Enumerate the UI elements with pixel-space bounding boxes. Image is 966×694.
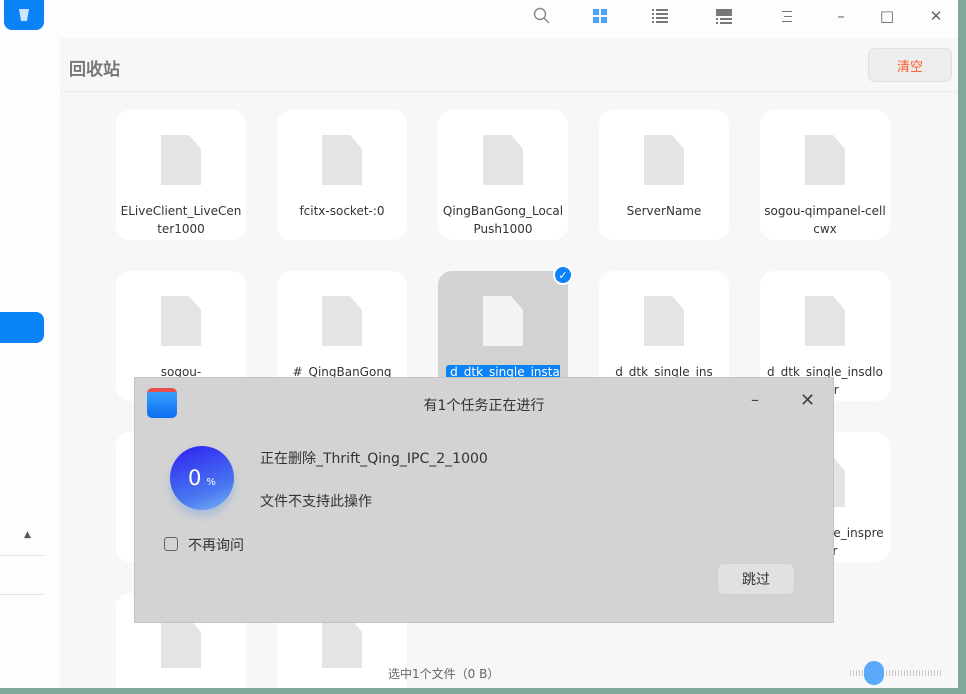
file-icon <box>644 135 684 185</box>
file-name-text: QingBanGong_LocalPush1000 <box>442 204 564 236</box>
progress-value: 0 <box>188 466 202 490</box>
dialog-close-button[interactable]: ✕ <box>800 390 815 411</box>
sidebar-item-trash[interactable] <box>0 312 44 343</box>
maximize-button[interactable]: □ <box>873 5 901 27</box>
close-button[interactable]: ✕ <box>922 5 950 27</box>
dont-ask-again-checkbox[interactable] <box>164 537 178 551</box>
error-text: 文件不支持此操作 <box>260 494 372 510</box>
eject-icon[interactable]: ▲ <box>24 530 31 540</box>
file-name-text: fcitx-socket-:0 <box>299 204 385 218</box>
file-icon <box>805 296 845 346</box>
page-title: 回收站 <box>69 60 120 80</box>
divider <box>0 594 44 595</box>
file-icon <box>161 135 201 185</box>
menu-icon[interactable] <box>773 5 801 27</box>
file-name-text: ServerName <box>626 204 702 218</box>
file-name: ELiveClient_LiveCenter1000 <box>120 202 242 238</box>
trash-app-icon <box>4 0 44 30</box>
file-name: ServerName <box>603 202 725 220</box>
file-icon <box>322 296 362 346</box>
dialog-minimize-button[interactable]: – <box>751 390 759 409</box>
file-icon <box>805 135 845 185</box>
file-icon <box>483 296 523 346</box>
file-name: QingBanGong_LocalPush1000 <box>442 202 564 238</box>
file-name-text: ELiveClient_LiveCenter1000 <box>120 204 242 236</box>
current-file-text: 正在删除_Thrift_Qing_IPC_2_1000 <box>260 451 488 467</box>
file-name: sogou-qimpanel-cellcwx <box>764 202 886 238</box>
content-header: 回收站 清空 <box>60 38 958 92</box>
icon-size-slider-handle[interactable] <box>864 661 884 685</box>
file-item[interactable]: fcitx-socket-:0 <box>277 110 407 240</box>
selected-check-icon: ✓ <box>553 265 573 285</box>
search-icon[interactable] <box>528 5 556 27</box>
file-item[interactable]: sogou-qimpanel-cellcwx <box>760 110 890 240</box>
file-icon <box>644 296 684 346</box>
file-icon <box>322 618 362 668</box>
title-bar: – □ ✕ <box>0 0 958 38</box>
file-icon <box>322 135 362 185</box>
empty-trash-button[interactable]: 清空 <box>868 48 952 82</box>
file-item[interactable]: ELiveClient_LiveCenter1000 <box>116 110 246 240</box>
file-name: fcitx-socket-:0 <box>281 202 403 220</box>
dont-ask-again-label[interactable]: 不再询问 <box>188 535 244 555</box>
skip-button[interactable]: 跳过 <box>717 563 795 595</box>
sidebar: ▲ <box>0 38 60 688</box>
file-icon <box>161 618 201 668</box>
file-icon <box>483 135 523 185</box>
task-progress-dialog: 有1个任务正在进行 – ✕ 0 % 正在删除_Thrift_Qing_IPC_2… <box>134 377 834 623</box>
dialog-title: 有1个任务正在进行 <box>423 398 545 414</box>
file-item[interactable]: ServerName <box>599 110 729 240</box>
file-icon <box>161 296 201 346</box>
status-bar-text: 选中1个文件（0 B） <box>388 667 500 681</box>
progress-unit: % <box>206 476 216 488</box>
list-view-icon[interactable] <box>646 5 674 27</box>
divider <box>0 555 44 556</box>
grid-view-icon[interactable] <box>586 5 614 27</box>
progress-circle: 0 % <box>170 446 234 510</box>
detail-view-icon[interactable] <box>710 5 738 27</box>
file-name-text: sogou-qimpanel-cellcwx <box>764 204 886 236</box>
file-item[interactable]: QingBanGong_LocalPush1000 <box>438 110 568 240</box>
minimize-button[interactable]: – <box>827 5 855 27</box>
